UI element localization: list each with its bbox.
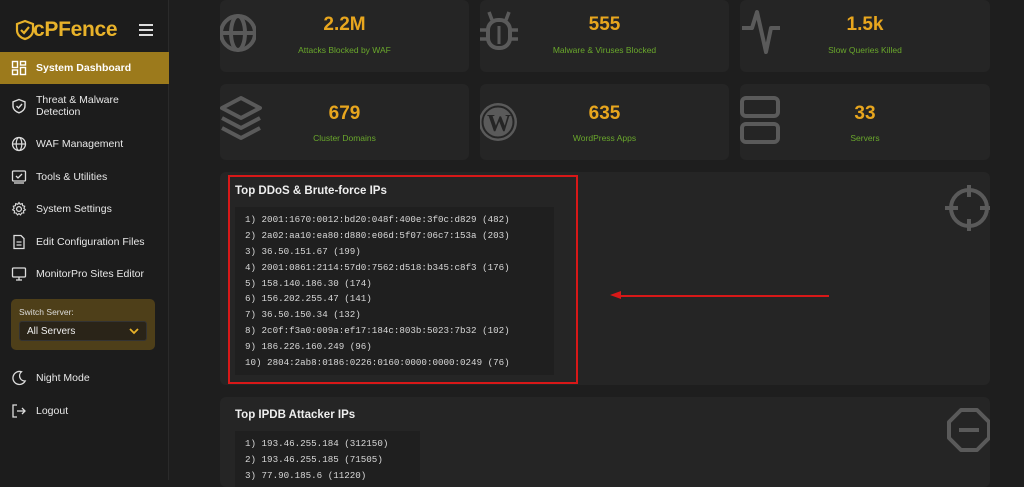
monitor-icon [11, 267, 27, 281]
sidebar-item-label: System Dashboard [36, 62, 132, 74]
stat-label: Attacks Blocked by WAF [298, 45, 391, 55]
sidebar-item-night-mode[interactable]: Night Mode [0, 362, 169, 395]
sidebar-item-system-dashboard[interactable]: System Dashboard [0, 52, 169, 84]
stat-label: Malware & Viruses Blocked [552, 45, 657, 55]
globe-icon [11, 137, 27, 152]
server-switch-label: Switch Server: [19, 307, 74, 317]
checklist-icon [11, 170, 27, 184]
menu-toggle-icon[interactable] [139, 24, 153, 39]
stop-icon [947, 408, 990, 452]
shield-icon [12, 98, 26, 114]
server-select[interactable]: All Servers [19, 321, 147, 341]
sidebar-item-monitorpro[interactable]: MonitorPro Sites Editor [0, 258, 169, 291]
sidebar-item-waf-management[interactable]: WAF Management [0, 128, 169, 161]
ipdb-ip-list: 1) 193.46.255.184 (312150) 2) 193.46.255… [235, 431, 420, 487]
crosshair-icon [945, 185, 990, 231]
sidebar-item-tools-utilities[interactable]: Tools & Utilities [0, 161, 169, 194]
stat-card-slow-queries: 1.5k Slow Queries Killed [740, 0, 990, 72]
stat-label: Slow Queries Killed [828, 45, 902, 55]
sidebar-item-label: Logout [36, 404, 69, 417]
sidebar-item-label: Tools & Utilities [36, 170, 108, 183]
sidebar-item-edit-config[interactable]: Edit Configuration Files [0, 226, 169, 259]
list-item: 1) 193.46.255.184 (312150) [245, 438, 389, 449]
arrow-line [620, 294, 829, 297]
sidebar: cPFence System Dashboard Threat & Malwar… [0, 0, 169, 480]
logout-icon [12, 404, 26, 418]
file-icon [13, 234, 25, 249]
highlight-box [228, 175, 578, 384]
stat-value: 1.5k [846, 14, 884, 35]
moon-icon [12, 371, 27, 386]
stat-card-malware: 555 Malware & Viruses Blocked [480, 0, 729, 72]
sidebar-item-system-settings[interactable]: System Settings [0, 193, 169, 226]
sidebar-item-label: System Settings [36, 203, 112, 216]
stat-label: Servers [850, 133, 880, 143]
stat-label: WordPress Apps [572, 133, 637, 143]
stat-value: 555 [588, 14, 621, 35]
sidebar-item-label: WAF Management [36, 138, 124, 151]
stat-value: 2.2M [323, 14, 366, 35]
list-item: 2) 193.46.255.185 (71505) [245, 453, 383, 465]
stat-label: Cluster Domains [313, 133, 376, 143]
dashboard-icon [11, 60, 27, 76]
panel-title: Top IPDB Attacker IPs [235, 409, 356, 421]
stat-card-waf: 2.2M Attacks Blocked by WAF [220, 0, 469, 72]
server-switch: Switch Server: All Servers [11, 299, 155, 350]
logo-text: cPFence [33, 18, 118, 41]
stat-value: 635 [588, 103, 621, 124]
logo[interactable]: cPFence [14, 14, 118, 46]
ipdb-panel: Top IPDB Attacker IPs 1) 193.46.255.184 … [220, 397, 990, 487]
list-item: 3) 77.90.185.6 (11220) [245, 469, 367, 481]
chevron-down-icon [129, 327, 139, 334]
sidebar-bottom-nav: Night Mode Logout [0, 362, 169, 427]
stat-card-wordpress: W 635 WordPress Apps [480, 84, 729, 160]
sidebar-item-threat-malware[interactable]: Threat & Malware Detection [0, 84, 169, 128]
server-select-value: All Servers [27, 325, 76, 337]
stat-card-domains: 679 Cluster Domains [220, 84, 469, 160]
stat-value: 679 [328, 103, 361, 124]
stat-card-servers: 33 Servers [740, 84, 990, 160]
stat-value: 33 [854, 103, 876, 124]
sidebar-item-label: Threat & Malware Detection [36, 94, 119, 118]
sidebar-nav: System Dashboard Threat & Malware Detect… [0, 52, 169, 291]
sidebar-item-label: Night Mode [36, 372, 90, 385]
sidebar-item-label: MonitorPro Sites Editor [36, 268, 144, 281]
sidebar-item-label: Edit Configuration Files [36, 235, 145, 248]
sidebar-item-logout[interactable]: Logout [0, 395, 169, 428]
gear-icon [11, 201, 27, 216]
